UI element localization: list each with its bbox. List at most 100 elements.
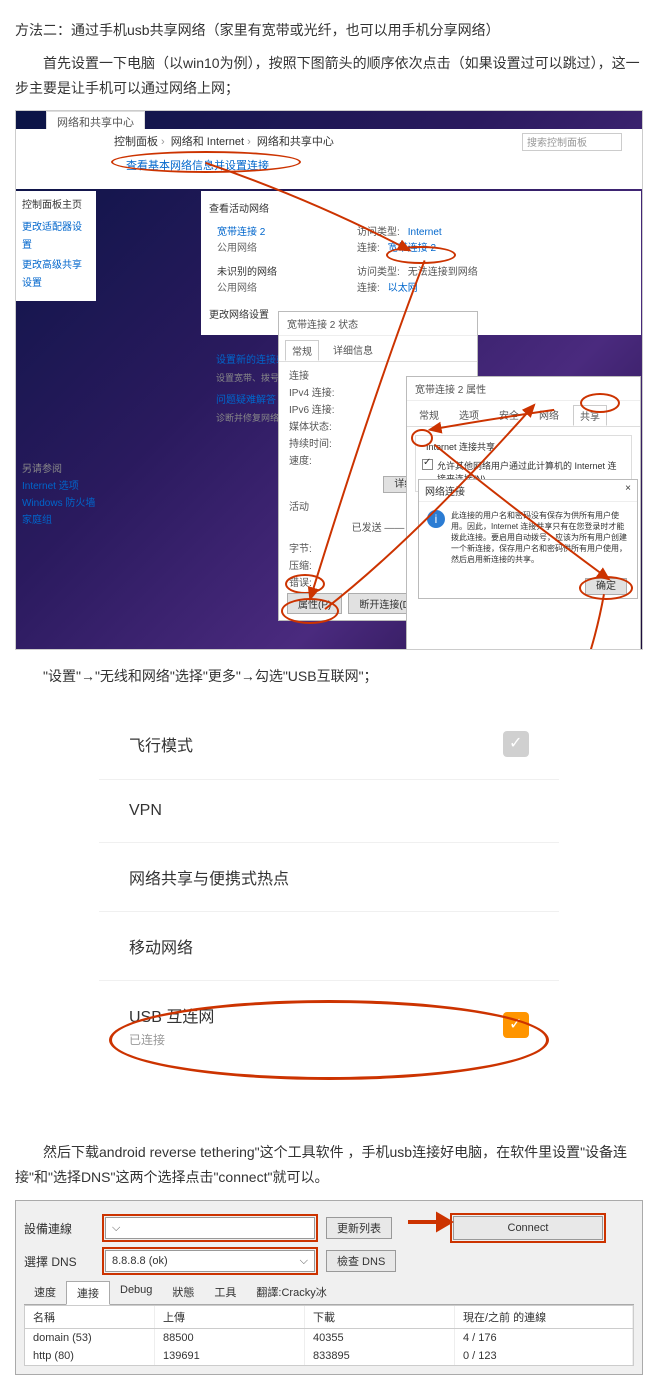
media-lbl: 媒体状态: (289, 419, 332, 436)
alert-message: 此连接的用户名和密码没有保存为供所有用户使用。因此，Internet 连接共享只… (451, 510, 629, 566)
windows-screenshot: 网络和共享中心 控制面板› 网络和 Internet› 网络和共享中心 搜索控制… (15, 110, 643, 650)
net1-access-lbl: 访问类型: (357, 227, 400, 238)
net2-access: 无法连接到网络 (408, 267, 478, 278)
see-also-homegroup[interactable]: 家庭组 (22, 512, 95, 529)
art-software: 設備連線 更新列表 Connect 選擇 DNS 8.8.8.8 (ok) 檢查… (15, 1200, 643, 1375)
comp-lbl: 压缩: (289, 558, 312, 575)
art-tab-speed[interactable]: 速度 (24, 1281, 66, 1304)
table-row: http (80) 139691 833895 0 / 123 (25, 1347, 633, 1365)
refresh-button[interactable]: 更新列表 (326, 1217, 392, 1239)
basic-info-link[interactable]: 查看基本网络信息并设置连接 (126, 157, 269, 173)
allow-share-checkbox[interactable] (422, 459, 433, 470)
sidebar-sharing-link[interactable]: 更改高级共享设置 (22, 257, 90, 293)
airplane-label: 飞行模式 (129, 732, 193, 756)
red-circle-checkbox (411, 429, 433, 447)
r1-up: 139691 (155, 1347, 305, 1365)
red-arrow-connect (406, 1211, 456, 1233)
red-circle-properties (281, 598, 339, 624)
search-input[interactable]: 搜索控制面板 (522, 133, 622, 151)
th-upload: 上傳 (155, 1306, 305, 1328)
art-tab-connect[interactable]: 連接 (66, 1281, 110, 1305)
connect-button[interactable]: Connect (453, 1216, 603, 1240)
sidebar-adapter-link[interactable]: 更改适配器设置 (22, 219, 90, 255)
art-tab-tools[interactable]: 工具 (204, 1281, 246, 1304)
table-row: domain (53) 88500 40355 4 / 176 (25, 1329, 633, 1347)
ipv4-lbl: IPv4 连接: (289, 385, 335, 402)
paragraph-1: 首先设置一下电脑（以win10为例），按照下图箭头的顺序依次点击（如果设置过可以… (15, 51, 643, 101)
net1-conn-link[interactable]: 宽带连接 2 (388, 243, 436, 254)
props-tab-share[interactable]: 共享 (573, 405, 607, 426)
top-panel: 控制面板› 网络和 Internet› 网络和共享中心 搜索控制面板 查看基本网… (16, 129, 642, 189)
see-also: 另请参阅 Internet 选项 Windows 防火墙 家庭组 (22, 461, 95, 529)
r1-dn: 833895 (305, 1347, 455, 1365)
th-name: 名稱 (25, 1306, 155, 1328)
net1-name: 宽带连接 2 (217, 225, 317, 241)
alert-title: 网络连接 (425, 483, 465, 498)
r0-name: domain (53) (25, 1329, 155, 1347)
props-tab-security[interactable]: 安全 (493, 405, 525, 426)
props-tab-options[interactable]: 选项 (453, 405, 485, 426)
phone-settings: 飞行模式 VPN 网络共享与便携式热点 移动网络 USB 互连网 已连接 (99, 709, 559, 1070)
info-icon: i (427, 510, 445, 528)
airplane-toggle[interactable] (503, 731, 529, 757)
net2-conn-link[interactable]: 以太网 (388, 283, 418, 294)
vpn-row[interactable]: VPN (99, 780, 559, 843)
dns-label: 選擇 DNS (24, 1253, 94, 1270)
crumb-2[interactable]: 网络和 Internet (171, 136, 244, 148)
paragraph-3: 然后下载android reverse tethering"这个工具软件 ，手机… (15, 1140, 643, 1190)
status-tab-details[interactable]: 详细信息 (327, 340, 379, 361)
check-dns-button[interactable]: 檢查 DNS (326, 1250, 396, 1272)
bytes-lbl: 字节: (289, 541, 312, 558)
breadcrumb: 控制面板› 网络和 Internet› 网络和共享中心 (114, 133, 334, 149)
crumb-3[interactable]: 网络和共享中心 (257, 136, 334, 148)
red-circle-error (285, 574, 325, 594)
dns-value: 8.8.8.8 (ok) (112, 1255, 168, 1267)
art-tab-debug[interactable]: Debug (110, 1281, 162, 1304)
mobile-label: 移动网络 (129, 934, 193, 958)
net1-type: 公用网络 (217, 241, 317, 257)
r1-name: http (80) (25, 1347, 155, 1365)
r0-up: 88500 (155, 1329, 305, 1347)
net1-access: Internet (408, 227, 442, 238)
net2-conn-lbl: 连接: (357, 283, 380, 294)
device-dropdown[interactable] (105, 1217, 315, 1239)
net1-conn-lbl: 连接: (357, 243, 380, 254)
net2-access-lbl: 访问类型: (357, 267, 400, 278)
red-circle-usb (109, 1000, 549, 1080)
ipv6-lbl: IPv6 连接: (289, 402, 335, 419)
props-tab-network[interactable]: 网络 (533, 405, 565, 426)
props-dialog-title: 宽带连接 2 属性 (407, 377, 640, 401)
vpn-label: VPN (129, 802, 162, 820)
see-also-hdr: 另请参阅 (22, 461, 95, 478)
speed-lbl: 速度: (289, 453, 312, 470)
sidebar: 控制面板主页 更改适配器设置 更改高级共享设置 (16, 191, 96, 301)
hotspot-label: 网络共享与便携式热点 (129, 865, 289, 889)
crumb-1[interactable]: 控制面板 (114, 136, 158, 148)
device-label: 設備連線 (24, 1220, 94, 1237)
props-tab-general[interactable]: 常规 (413, 405, 445, 426)
th-conn: 現在/之前 的連線 (455, 1306, 633, 1328)
art-tab-status[interactable]: 狀態 (162, 1281, 204, 1304)
net2-name: 未识别的网络 (217, 265, 317, 281)
r0-dn: 40355 (305, 1329, 455, 1347)
hotspot-row[interactable]: 网络共享与便携式热点 (99, 843, 559, 912)
method-title: 方法二：通过手机usb共享网络（家里有宽带或光纤，也可以用手机分享网络） (15, 18, 643, 43)
table-header: 名稱 上傳 下載 現在/之前 的連線 (25, 1306, 633, 1329)
alert-dialog: 网络连接 × i 此连接的用户名和密码没有保存为供所有用户使用。因此，Inter… (418, 479, 638, 599)
status-tab-general[interactable]: 常规 (285, 340, 319, 361)
section-active-networks: 查看活动网络 (209, 199, 633, 221)
duration-lbl: 持续时间: (289, 436, 332, 453)
th-download: 下載 (305, 1306, 455, 1328)
red-circle-alert-ok (579, 576, 633, 600)
dns-dropdown[interactable]: 8.8.8.8 (ok) (105, 1250, 315, 1272)
see-also-firewall[interactable]: Windows 防火墙 (22, 495, 95, 512)
art-tab-translate[interactable]: 翻譯:Cracky冰 (246, 1281, 336, 1304)
airplane-mode-row[interactable]: 飞行模式 (99, 709, 559, 780)
mobile-network-row[interactable]: 移动网络 (99, 912, 559, 981)
status-dialog-title: 宽带连接 2 状态 (279, 312, 477, 336)
r0-conn: 4 / 176 (455, 1329, 633, 1347)
net2-type: 公用网络 (217, 281, 317, 297)
alert-close-icon[interactable]: × (625, 483, 631, 498)
sidebar-header: 控制面板主页 (22, 197, 90, 215)
see-also-internet[interactable]: Internet 选项 (22, 478, 95, 495)
